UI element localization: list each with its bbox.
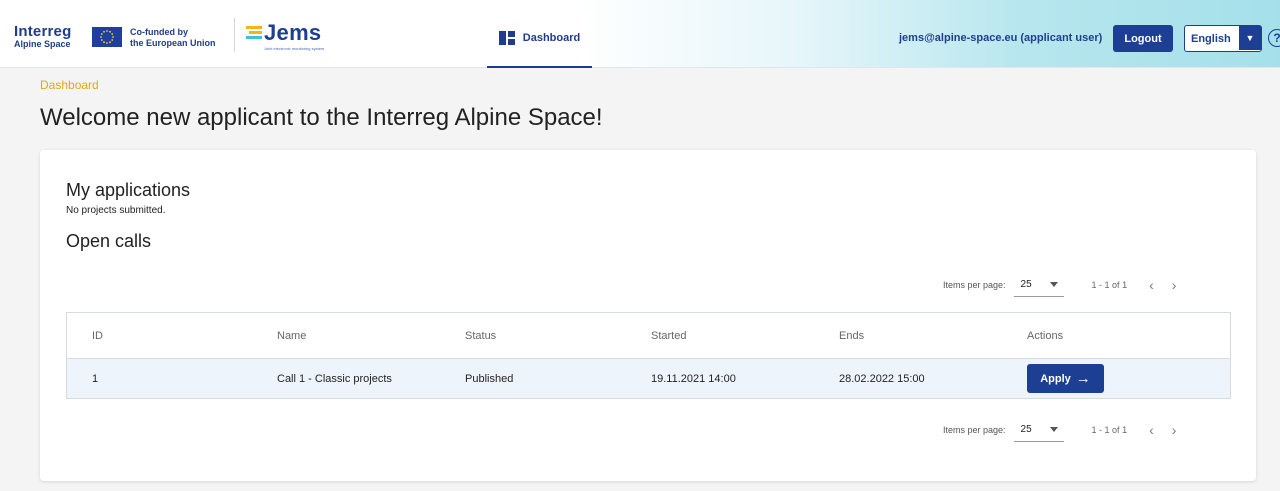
cell-started: 19.11.2021 14:00 xyxy=(651,373,736,385)
previous-page-button[interactable]: ‹ xyxy=(1149,422,1154,438)
previous-page-button[interactable]: ‹ xyxy=(1149,277,1154,293)
tab-dashboard[interactable]: Dashboard xyxy=(487,10,592,68)
breadcrumb[interactable]: Dashboard xyxy=(40,78,99,92)
page-range-label: 1 - 1 of 1 xyxy=(1091,280,1128,290)
caret-down-icon xyxy=(1049,427,1058,432)
open-calls-table: ID Name Status Started Ends Actions 1 Ca… xyxy=(66,312,1231,399)
interreg-logo-region: Alpine Space xyxy=(14,39,71,49)
help-icon[interactable]: ? xyxy=(1268,29,1280,47)
interreg-logo-word: Interreg xyxy=(14,23,72,40)
language-select[interactable]: English ▼ xyxy=(1184,25,1262,52)
eu-text-line1: Co-funded by xyxy=(130,27,188,37)
jems-mark-icon xyxy=(246,26,262,39)
paginator-top: Items per page: 25 1 - 1 of 1 ‹ › xyxy=(943,273,1176,297)
table-row[interactable]: 1 Call 1 - Classic projects Published 19… xyxy=(67,359,1230,398)
jems-logo-word: Jems xyxy=(264,20,322,45)
current-user-label: jems@alpine-space.eu (applicant user) xyxy=(899,32,1103,44)
cell-name: Call 1 - Classic projects xyxy=(277,373,392,385)
cell-id: 1 xyxy=(92,373,99,385)
chevron-down-icon: ▼ xyxy=(1239,26,1261,50)
paginator-bottom: Items per page: 25 1 - 1 of 1 ‹ › xyxy=(943,418,1176,442)
caret-down-icon xyxy=(1049,282,1058,287)
logout-button[interactable]: Logout xyxy=(1113,25,1173,52)
tab-dashboard-label: Dashboard xyxy=(522,32,581,44)
column-header-ends[interactable]: Ends xyxy=(839,330,864,342)
arrow-right-icon: → xyxy=(1075,370,1091,387)
items-per-page-value: 25 xyxy=(1020,279,1032,290)
items-per-page-select[interactable]: 25 xyxy=(1013,273,1064,297)
column-header-actions: Actions xyxy=(1027,330,1064,342)
no-projects-text: No projects submitted. xyxy=(66,205,166,216)
apply-button-label: Apply xyxy=(1040,372,1071,385)
jems-logo-subtitle: Joint electronic monitoring system xyxy=(264,46,325,51)
table-header-row: ID Name Status Started Ends Actions xyxy=(67,313,1230,359)
eu-cofunded-text: Co-funded by the European Union xyxy=(130,27,216,49)
eu-flag-icon xyxy=(92,27,122,47)
next-page-button[interactable]: › xyxy=(1172,422,1177,438)
interreg-logo[interactable]: Interreg Alpine Space xyxy=(14,24,71,49)
column-header-started[interactable]: Started xyxy=(651,330,686,342)
column-header-name[interactable]: Name xyxy=(277,330,306,342)
apply-button[interactable]: Apply → xyxy=(1027,364,1104,393)
items-per-page-select[interactable]: 25 xyxy=(1013,418,1064,442)
items-per-page-label: Items per page: xyxy=(943,280,1006,290)
logo-divider xyxy=(234,18,235,52)
column-header-status[interactable]: Status xyxy=(465,330,496,342)
my-applications-heading: My applications xyxy=(66,180,191,200)
eu-text-line2: the European Union xyxy=(130,38,216,48)
next-page-button[interactable]: › xyxy=(1172,277,1177,293)
page-title: Welcome new applicant to the Interreg Al… xyxy=(40,104,603,131)
top-header: Interreg Alpine Space Co-funded by the E… xyxy=(0,0,1280,68)
cell-ends: 28.02.2022 15:00 xyxy=(839,373,925,385)
dashboard-icon xyxy=(498,31,515,45)
open-calls-heading: Open calls xyxy=(66,231,152,251)
cell-status: Published xyxy=(465,373,514,385)
page-range-label: 1 - 1 of 1 xyxy=(1091,425,1128,435)
items-per-page-label: Items per page: xyxy=(943,425,1006,435)
column-header-id[interactable]: ID xyxy=(92,330,103,342)
language-select-value: English xyxy=(1191,32,1231,45)
items-per-page-value: 25 xyxy=(1020,424,1032,435)
